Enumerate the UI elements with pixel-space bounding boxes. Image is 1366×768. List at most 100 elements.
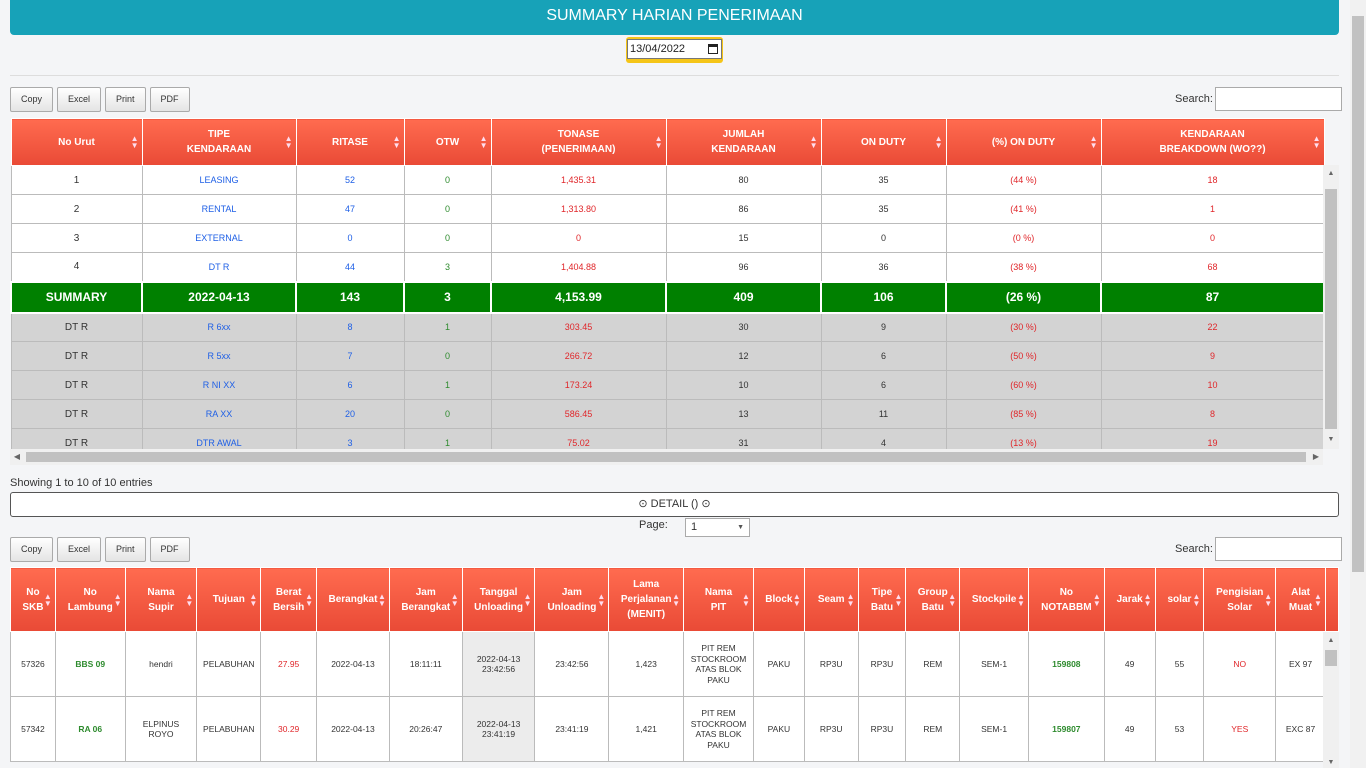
pdf-button[interactable]: PDF (149, 87, 190, 112)
table-cell: SEM-1 (959, 696, 1029, 762)
excel-button[interactable]: Excel (57, 87, 102, 112)
column-header[interactable]: ON DUTY ▲ ▼ (820, 118, 947, 166)
search-input[interactable] (1214, 537, 1342, 561)
export-buttons-bottom: Copy Excel Print PDF (10, 537, 190, 562)
scroll-thumb[interactable] (1325, 650, 1337, 666)
column-header[interactable]: (%) ON DUTY ▲ ▼ (945, 118, 1102, 166)
column-header[interactable]: Berangkat ▲ ▼ (316, 567, 390, 632)
column-header[interactable]: OTW ▲ ▼ (403, 118, 492, 166)
table-cell: RP3U (803, 696, 859, 762)
table-cell: 159807 (1027, 696, 1105, 762)
print-button[interactable]: Print (105, 537, 146, 562)
scroll-thumb[interactable] (1352, 16, 1364, 572)
table-cell: 53 (1154, 696, 1205, 762)
detail-toggle-button[interactable]: ⊙ DETAIL () ⊙ (10, 492, 1339, 517)
sort-icon: ▲ ▼ (894, 591, 903, 608)
table-cell: (60 %) (945, 370, 1102, 400)
column-header[interactable]: Nama Supir ▲ ▼ (124, 567, 198, 632)
summary-vertical-scrollbar[interactable]: ▲ ▼ (1323, 165, 1339, 449)
scroll-up-icon[interactable]: ▲ (1323, 167, 1339, 181)
page-title: SUMMARY HARIAN PENERIMAAN (10, 0, 1339, 35)
detail-vertical-scrollbar[interactable]: ▲ ▼ (1323, 632, 1339, 768)
column-header[interactable]: Nama PIT ▲ ▼ (683, 567, 754, 632)
column-header[interactable]: No Urut ▲ ▼ (10, 118, 143, 166)
column-header[interactable]: Alat Muat ▲ ▼ (1275, 567, 1326, 632)
column-header[interactable]: JUMLAH KENDARAAN ▲ ▼ (665, 118, 822, 166)
copy-button[interactable]: Copy (10, 537, 54, 562)
column-header[interactable]: solar ▲ ▼ (1154, 567, 1205, 632)
column-header[interactable]: Berat Bersih ▲ ▼ (260, 567, 318, 632)
table-cell: EXC 87 (1275, 696, 1326, 762)
page: SUMMARY HARIAN PENERIMAAN 13/04/2022 Cop… (0, 0, 1366, 768)
table-cell: 159808 (1027, 631, 1105, 697)
column-header[interactable]: Tanggal Unloading ▲ ▼ (461, 567, 536, 632)
scroll-down-icon[interactable]: ▼ (1323, 433, 1339, 447)
column-header[interactable]: No Lambung ▲ ▼ (54, 567, 126, 632)
date-picker[interactable]: 13/04/2022 (626, 37, 723, 63)
table-cell: (38 %) (945, 252, 1102, 282)
table-cell: 9 (820, 312, 947, 342)
table-cell: 55 (1154, 631, 1205, 697)
column-header[interactable]: Tipe Batu ▲ ▼ (857, 567, 907, 632)
table-cell: 30 (665, 312, 822, 342)
column-header[interactable]: Lama Perjalanan (MENIT) ▲ ▼ (608, 567, 685, 632)
table-cell: 0 (403, 399, 492, 429)
search-input[interactable] (1214, 87, 1342, 111)
copy-button[interactable]: Copy (10, 87, 54, 112)
calendar-icon[interactable] (708, 44, 718, 54)
column-header[interactable]: Tujuan ▲ ▼ (196, 567, 262, 632)
table-cell: 3 (403, 252, 492, 282)
page-scrollbar[interactable] (1350, 0, 1366, 768)
table-cell: 303.45 (490, 312, 667, 342)
column-header[interactable]: Stockpile ▲ ▼ (959, 567, 1029, 632)
pdf-button[interactable]: PDF (149, 537, 190, 562)
table-cell: RA XX (141, 399, 297, 429)
scroll-thumb[interactable] (26, 452, 1306, 462)
sort-icon: ▲ ▼ (1192, 591, 1201, 608)
column-header[interactable]: Group Batu ▲ ▼ (905, 567, 961, 632)
table-cell: 1 (403, 428, 492, 449)
table-cell: (0 %) (945, 223, 1102, 253)
table-cell: BBS 09 (54, 631, 126, 697)
table-cell: 2022-04-13 (316, 696, 390, 762)
column-header[interactable]: Pengisian Solar ▲ ▼ (1203, 567, 1277, 632)
table-cell: 1 (10, 165, 143, 195)
column-header[interactable]: No SKB ▲ ▼ (10, 567, 56, 632)
page-select[interactable]: 1 ▼ (685, 518, 750, 537)
column-header[interactable]: KENDARAAN BREAKDOWN (WO??) ▲ ▼ (1100, 118, 1325, 166)
column-header[interactable]: Block ▲ ▼ (752, 567, 805, 632)
table-cell: 6 (820, 370, 947, 400)
table-cell: RA 06 (54, 696, 126, 762)
scroll-up-icon[interactable]: ▲ (1323, 634, 1339, 648)
sort-icon: ▲ ▼ (249, 591, 258, 608)
scroll-left-icon[interactable]: ◀ (10, 449, 24, 465)
table-cell: DT R (141, 252, 297, 282)
table-cell: 23:42:56 (534, 631, 610, 697)
sort-icon: ▲ ▼ (934, 134, 943, 150)
table-cell: 1 (403, 370, 492, 400)
table-cell: 3 (10, 223, 143, 253)
column-header[interactable]: No NOTABBM ▲ ▼ (1027, 567, 1105, 632)
column-header[interactable]: TONASE (PENERIMAAN) ▲ ▼ (490, 118, 667, 166)
column-header[interactable]: RITASE ▲ ▼ (295, 118, 405, 166)
sort-icon: ▲ ▼ (1089, 134, 1098, 150)
divider (10, 75, 1339, 76)
column-header[interactable]: Jam Unloading ▲ ▼ (534, 567, 610, 632)
table-row: DT RR 6xx 8 1 303.45 30 9 (30 %) 22 (10, 312, 1325, 342)
circle-down-icon: ⊙ (638, 498, 648, 510)
sort-icon: ▲ ▼ (284, 134, 293, 150)
column-header[interactable]: Seam ▲ ▼ (803, 567, 859, 632)
scroll-thumb[interactable] (1325, 189, 1337, 429)
excel-button[interactable]: Excel (57, 537, 102, 562)
print-button[interactable]: Print (105, 87, 146, 112)
scroll-down-icon[interactable]: ▼ (1323, 756, 1339, 768)
column-header[interactable]: Jam Berangkat ▲ ▼ (388, 567, 463, 632)
summary-horizontal-scrollbar[interactable]: ◀ ▶ (10, 449, 1323, 465)
scroll-right-icon[interactable]: ▶ (1309, 449, 1323, 465)
column-header[interactable]: TIPE KENDARAAN ▲ ▼ (141, 118, 297, 166)
table-cell: 10 (1100, 370, 1325, 400)
detail-table-wrap: No SKB ▲ ▼ No Lambung ▲ ▼ Nama Supir ▲ ▼ Tujuan ▲ ▼… (10, 567, 1339, 768)
column-header[interactable]: Jarak ▲ ▼ (1103, 567, 1156, 632)
table-cell: ELPINUS ROYO (124, 696, 198, 762)
table-row: 57326 BBS 09 hendri PELABUHAN 27.95 2022-04-1… (10, 631, 1339, 697)
